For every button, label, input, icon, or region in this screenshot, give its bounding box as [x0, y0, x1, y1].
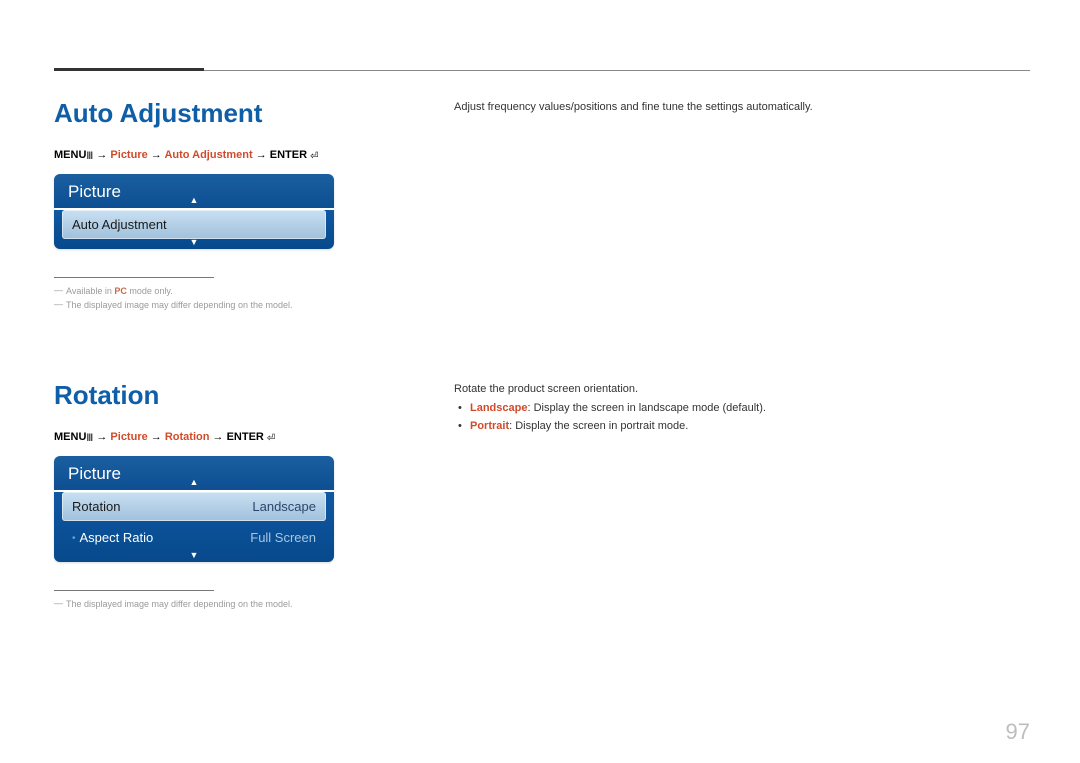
- breadcrumb-item: Auto Adjustment: [164, 149, 252, 161]
- breadcrumb-menu: MENU: [54, 431, 86, 443]
- footnote-divider: [54, 277, 214, 278]
- bullet-label: Portrait: [470, 420, 509, 432]
- osd-panel-title: Picture: [68, 464, 121, 483]
- page-number: 97: [1006, 719, 1030, 745]
- osd-row-rotation[interactable]: Rotation Landscape: [62, 492, 326, 521]
- heading-auto-adjustment: Auto Adjustment: [54, 98, 454, 129]
- breadcrumb-menu: MENU: [54, 149, 86, 161]
- footnote-pc-label: PC: [114, 286, 127, 296]
- osd-panel-body: Auto Adjustment ▼: [54, 210, 334, 249]
- breadcrumb-arrow: →: [93, 431, 110, 443]
- osd-panel-header: Picture ▲: [54, 456, 334, 490]
- breadcrumb-arrow: →: [93, 149, 110, 161]
- down-arrow-icon: ▼: [190, 550, 199, 560]
- osd-row-label: Auto Adjustment: [72, 217, 167, 232]
- up-arrow-icon: ▲: [190, 477, 199, 487]
- breadcrumb-arrow: →: [148, 149, 165, 161]
- down-arrow-icon: ▼: [190, 237, 199, 247]
- breadcrumb-arrow: →: [209, 431, 226, 443]
- bullet-icon: •: [72, 533, 76, 544]
- breadcrumb-picture: Picture: [110, 431, 147, 443]
- osd-panel-rotation: Picture ▲ Rotation Landscape •Aspect Rat…: [54, 456, 334, 562]
- osd-panel-header: Picture ▲: [54, 174, 334, 208]
- heading-rotation: Rotation: [54, 380, 454, 411]
- bullet-landscape: Landscape: Display the screen in landsca…: [454, 399, 1030, 418]
- description-auto-adjustment: Adjust frequency values/positions and fi…: [454, 98, 1030, 314]
- footnote-pc-mode: Available in PC mode only.: [54, 286, 454, 296]
- enter-icon: ⏎: [267, 433, 275, 444]
- osd-panel-title: Picture: [68, 182, 121, 201]
- breadcrumb-item: Rotation: [165, 431, 210, 443]
- header-rule-thin: [204, 70, 1030, 71]
- osd-row-auto-adjustment[interactable]: Auto Adjustment: [62, 210, 326, 239]
- breadcrumb-enter: ENTER: [227, 431, 264, 443]
- breadcrumb-auto-adjustment: MENUⅢ → Picture → Auto Adjustment → ENTE…: [54, 149, 454, 162]
- footnote-image-differ: The displayed image may differ depending…: [54, 599, 454, 609]
- enter-icon: ⏎: [310, 151, 318, 162]
- breadcrumb-rotation: MENUⅢ → Picture → Rotation → ENTER ⏎: [54, 431, 454, 444]
- up-arrow-icon: ▲: [190, 195, 199, 205]
- description-rotation: Rotate the product screen orientation. L…: [454, 380, 1030, 613]
- osd-row-label: •Aspect Ratio: [72, 530, 153, 545]
- section-auto-adjustment: Auto Adjustment MENUⅢ → Picture → Auto A…: [54, 70, 1030, 314]
- breadcrumb-enter: ENTER: [270, 149, 307, 161]
- bullet-label: Landscape: [470, 402, 527, 414]
- breadcrumb-picture: Picture: [110, 149, 147, 161]
- bullet-text: : Display the screen in landscape mode (…: [527, 402, 765, 414]
- description-text: Adjust frequency values/positions and fi…: [454, 98, 1030, 117]
- osd-row-value: Landscape: [252, 499, 316, 514]
- footnote-divider: [54, 590, 214, 591]
- osd-panel-auto-adjustment: Picture ▲ Auto Adjustment ▼: [54, 174, 334, 249]
- bullet-text: : Display the screen in portrait mode.: [509, 420, 688, 432]
- header-rule-thick: [54, 68, 204, 71]
- breadcrumb-arrow: →: [253, 149, 270, 161]
- description-intro: Rotate the product screen orientation.: [454, 380, 1030, 399]
- osd-panel-body: Rotation Landscape •Aspect Ratio Full Sc…: [54, 492, 334, 562]
- osd-row-label: Rotation: [72, 499, 120, 514]
- osd-row-value: Full Screen: [250, 530, 316, 545]
- footnote-image-differ: The displayed image may differ depending…: [54, 300, 454, 310]
- osd-row-aspect-ratio[interactable]: •Aspect Ratio Full Screen: [62, 523, 326, 552]
- breadcrumb-arrow: →: [148, 431, 165, 443]
- bullet-portrait: Portrait: Display the screen in portrait…: [454, 417, 1030, 436]
- section-rotation: Rotation MENUⅢ → Picture → Rotation → EN…: [54, 352, 1030, 613]
